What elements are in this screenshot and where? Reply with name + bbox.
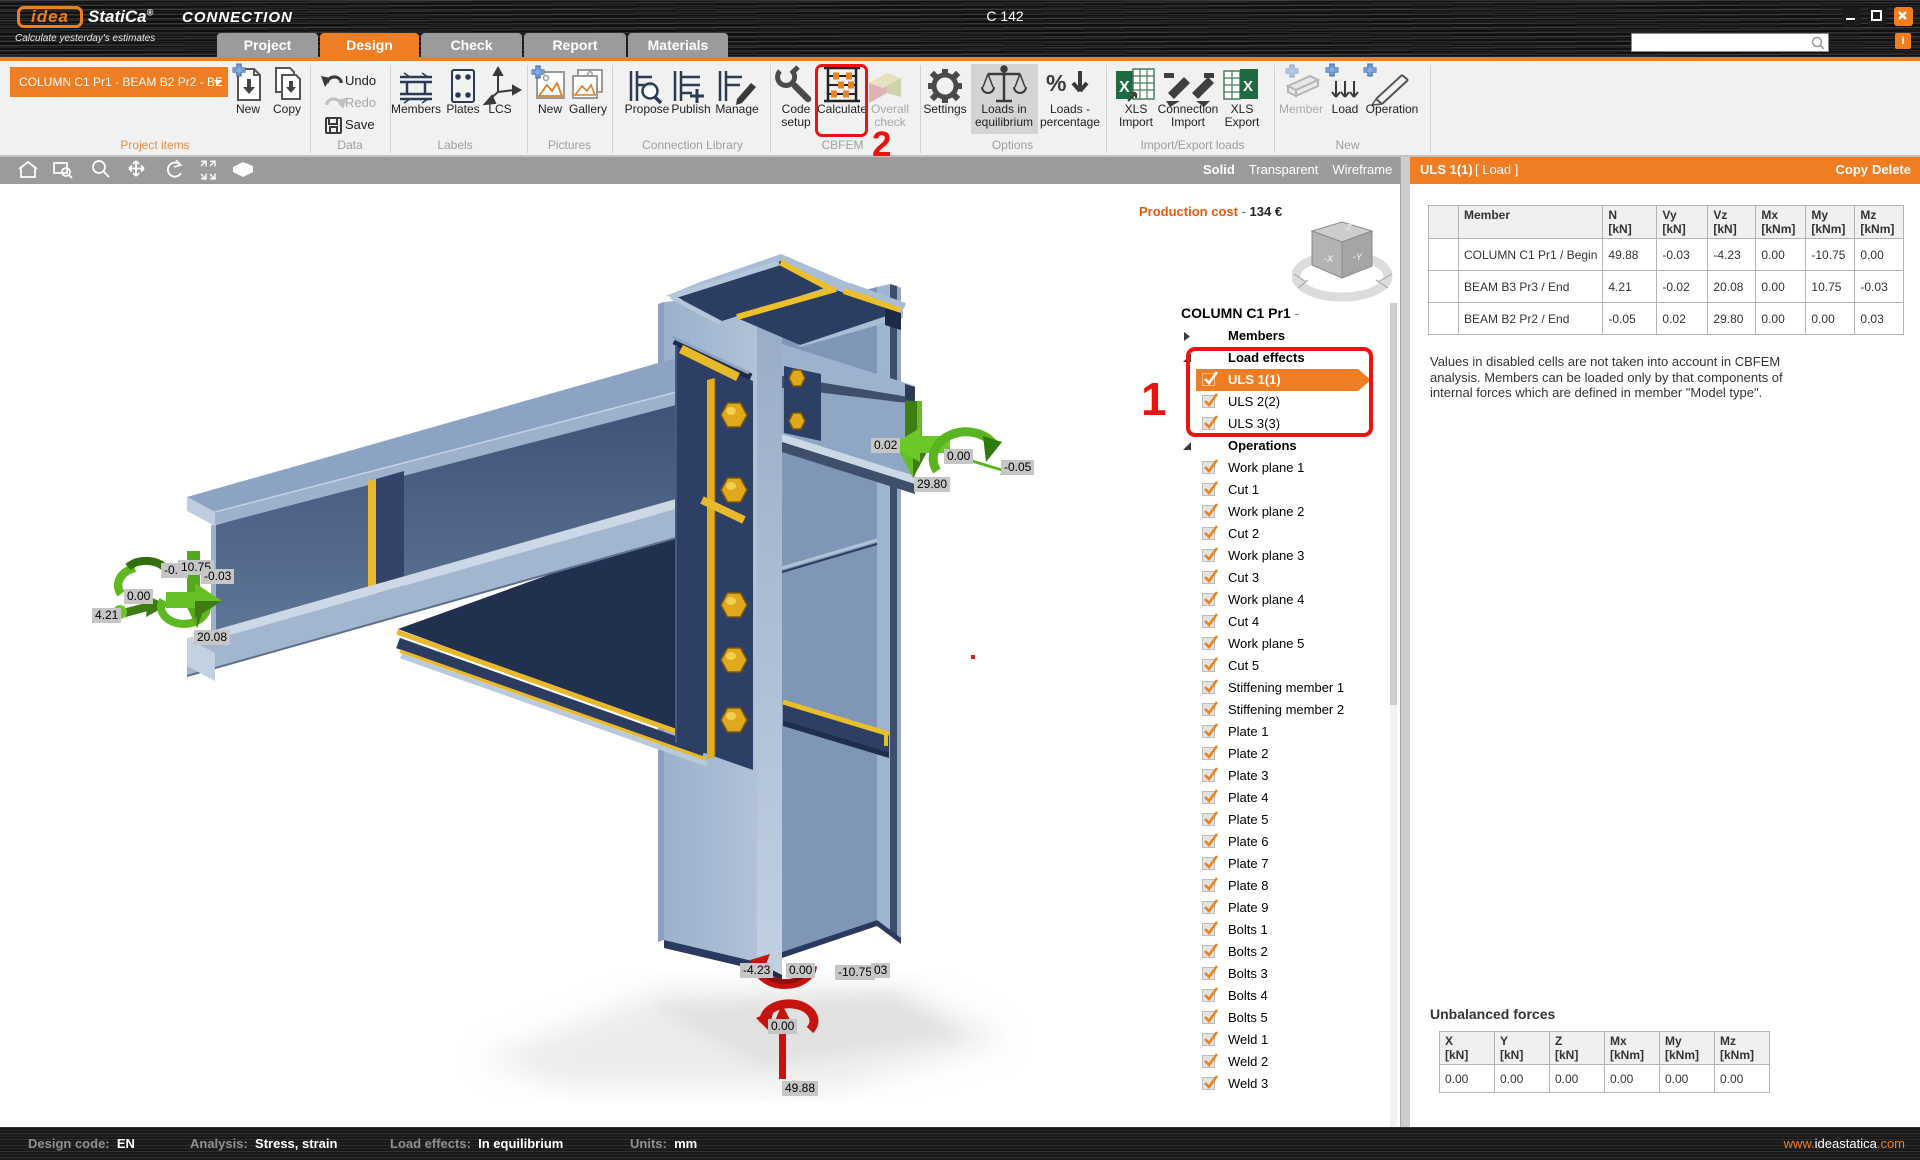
- svg-text:-X: -X: [1324, 254, 1334, 264]
- svg-text:-Z: -Z: [1344, 223, 1353, 232]
- svg-text:-Y: -Y: [1353, 252, 1363, 262]
